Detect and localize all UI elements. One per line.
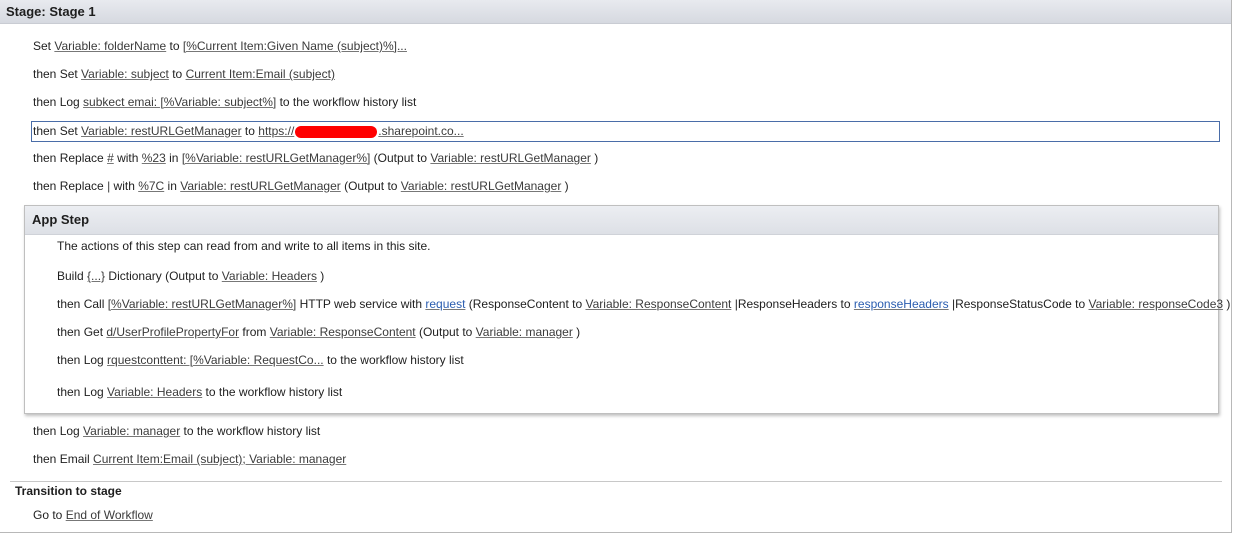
action-text: ) bbox=[316, 269, 325, 283]
workflow-action-line[interactable]: then Call [%Variable: restURLGetManager%… bbox=[57, 295, 1230, 313]
action-text: ) bbox=[1223, 297, 1231, 311]
action-parameter-link[interactable]: rquestconttent: [%Variable: RequestCo... bbox=[107, 353, 324, 367]
action-parameter-link[interactable]: responseHeaders bbox=[854, 297, 949, 311]
action-parameter-link[interactable]: Variable: restURLGetManager bbox=[81, 124, 242, 138]
workflow-action-line[interactable]: then Log Variable: manager to the workfl… bbox=[33, 422, 320, 440]
redaction-mark bbox=[295, 125, 378, 138]
workflow-action-line[interactable]: then Log Variable: Headers to the workfl… bbox=[57, 383, 342, 401]
transition-divider bbox=[10, 481, 1222, 482]
action-text: |ResponseStatusCode to bbox=[948, 297, 1089, 311]
action-parameter-link[interactable]: Variable: manager bbox=[476, 325, 573, 339]
workflow-action-line[interactable]: then Log rquestconttent: [%Variable: Req… bbox=[57, 351, 464, 369]
action-text: to the workflow history list bbox=[202, 385, 343, 399]
app-step-block[interactable]: App Step The actions of this step can re… bbox=[24, 205, 1230, 414]
action-parameter-link[interactable]: {...} bbox=[87, 269, 105, 283]
action-text: HTTP web service with bbox=[296, 297, 426, 311]
app-step-description: The actions of this step can read from a… bbox=[57, 239, 431, 253]
action-parameter-link[interactable]: # bbox=[107, 151, 114, 165]
action-text: then Call bbox=[57, 297, 108, 311]
action-parameter-link[interactable]: %23 bbox=[142, 151, 166, 165]
action-parameter-link[interactable]: End of Workflow bbox=[66, 508, 153, 522]
action-parameter-link[interactable]: Variable: subject bbox=[81, 67, 169, 81]
action-text: to the workflow history list bbox=[276, 95, 417, 109]
action-parameter-link[interactable]: Current Item:Email (subject) bbox=[186, 67, 335, 81]
workflow-action-line[interactable]: Set Variable: folderName to [%Current It… bbox=[33, 37, 407, 55]
action-parameter-link[interactable]: Current Item:Email (subject); Variable: … bbox=[93, 452, 346, 466]
action-text: to the workflow history list bbox=[323, 353, 464, 367]
action-text: in bbox=[164, 179, 181, 193]
action-text: then Log bbox=[33, 95, 84, 109]
action-text: then Get bbox=[57, 325, 107, 339]
action-parameter-link[interactable]: Variable: Headers bbox=[222, 269, 317, 283]
action-text: Set bbox=[33, 39, 55, 53]
action-parameter-link[interactable]: Variable: restURLGetManager bbox=[430, 151, 591, 165]
action-text: Go to bbox=[33, 508, 66, 522]
action-text: then Set bbox=[33, 67, 82, 81]
action-text: then Set bbox=[33, 124, 82, 138]
workflow-action-line[interactable]: then Set Variable: restURLGetManager to … bbox=[31, 121, 1220, 142]
action-text: Dictionary (Output to bbox=[105, 269, 222, 283]
action-parameter-link[interactable]: Variable: ResponseContent bbox=[586, 297, 732, 311]
action-parameter-link[interactable]: [%Current Item:Given Name (subject)%]... bbox=[183, 39, 407, 53]
action-parameter-link[interactable]: Variable: restURLGetManager bbox=[180, 179, 341, 193]
action-text: then Replace bbox=[33, 179, 108, 193]
workflow-action-line[interactable]: then Replace | with %7C in Variable: res… bbox=[33, 177, 569, 195]
action-parameter-link[interactable]: request bbox=[425, 297, 465, 311]
action-parameter-link[interactable]: %7C bbox=[138, 179, 164, 193]
action-text: in bbox=[165, 151, 182, 165]
action-text: ) bbox=[572, 325, 581, 339]
action-text: (ResponseContent to bbox=[465, 297, 586, 311]
action-text: with bbox=[110, 179, 139, 193]
stage-header: Stage: Stage 1 bbox=[0, 0, 1231, 24]
action-parameter-link[interactable]: d/UserProfilePropertyFor bbox=[106, 325, 239, 339]
action-parameter-link[interactable]: Variable: restURLGetManager bbox=[401, 179, 562, 193]
action-text: then Replace bbox=[33, 151, 108, 165]
app-step-header: App Step bbox=[25, 206, 1218, 235]
workflow-designer: Stage: Stage 1 Set Variable: folderName … bbox=[0, 0, 1232, 533]
action-text: then Log bbox=[57, 353, 108, 367]
workflow-action-line[interactable]: Build {...} Dictionary (Output to Variab… bbox=[57, 267, 324, 285]
action-text: with bbox=[113, 151, 142, 165]
action-text: (Output to bbox=[415, 325, 476, 339]
workflow-action-line[interactable]: Go to End of Workflow bbox=[33, 506, 153, 524]
transition-heading: Transition to stage bbox=[15, 484, 122, 498]
workflow-action-line[interactable]: then Get d/UserProfilePropertyFor from V… bbox=[57, 323, 580, 341]
action-text: to bbox=[241, 124, 259, 138]
action-text: ) bbox=[590, 151, 599, 165]
action-text: to the workflow history list bbox=[180, 424, 321, 438]
action-text: then Log bbox=[57, 385, 108, 399]
action-text: (Output to bbox=[370, 151, 431, 165]
workflow-action-line[interactable]: then Email Current Item:Email (subject);… bbox=[33, 450, 346, 468]
action-parameter-link[interactable]: Variable: responseCode3 bbox=[1089, 297, 1224, 311]
action-parameter-link[interactable]: https:// bbox=[258, 124, 294, 138]
action-parameter-link[interactable]: .sharepoint.co... bbox=[378, 124, 463, 138]
workflow-action-line[interactable]: then Log subkect emai: [%Variable: subje… bbox=[33, 93, 416, 111]
action-text: then Log bbox=[33, 424, 84, 438]
action-parameter-link[interactable]: Variable: manager bbox=[83, 424, 180, 438]
action-text: to bbox=[168, 67, 186, 81]
action-parameter-link[interactable]: Variable: Headers bbox=[107, 385, 202, 399]
action-parameter-link[interactable]: subkect emai: [%Variable: subject%] bbox=[83, 95, 276, 109]
workflow-action-line[interactable]: then Set Variable: subject to Current It… bbox=[33, 65, 335, 83]
action-text: then Email bbox=[33, 452, 94, 466]
action-text: ) bbox=[561, 179, 569, 193]
action-text: |ResponseHeaders to bbox=[731, 297, 854, 311]
action-text: from bbox=[239, 325, 270, 339]
action-parameter-link[interactable]: [%Variable: restURLGetManager%] bbox=[108, 297, 297, 311]
workflow-action-line[interactable]: then Replace # with %23 in [%Variable: r… bbox=[33, 149, 598, 167]
action-parameter-link[interactable]: Variable: folderName bbox=[54, 39, 166, 53]
action-parameter-link[interactable]: [%Variable: restURLGetManager%] bbox=[182, 151, 371, 165]
action-parameter-link[interactable]: Variable: ResponseContent bbox=[270, 325, 416, 339]
action-text: Build bbox=[57, 269, 88, 283]
action-text: to bbox=[166, 39, 183, 53]
action-text: (Output to bbox=[340, 179, 401, 193]
